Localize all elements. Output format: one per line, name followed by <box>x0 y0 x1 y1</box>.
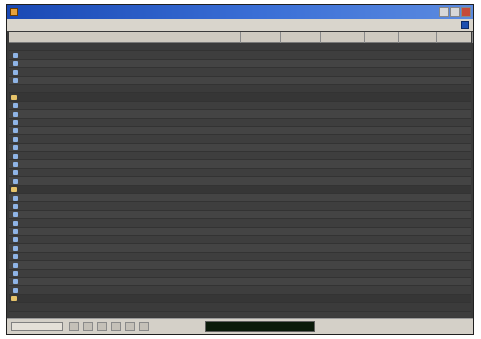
item-icon <box>13 229 18 235</box>
item-icon <box>13 271 18 277</box>
spacer-row <box>9 43 471 52</box>
list-row[interactable] <box>9 168 471 178</box>
list-row[interactable] <box>9 135 471 144</box>
column-header[interactable] <box>437 32 473 43</box>
item-icon <box>13 128 18 134</box>
item-icon <box>13 103 18 109</box>
tool-button[interactable] <box>125 322 135 331</box>
list-row[interactable] <box>9 286 471 295</box>
group-row[interactable] <box>9 93 471 102</box>
list-row[interactable] <box>9 210 471 220</box>
menu-item[interactable] <box>153 21 171 29</box>
tool-button[interactable] <box>97 322 107 331</box>
item-icon <box>13 254 18 260</box>
list-row[interactable] <box>9 235 471 245</box>
column-header[interactable] <box>281 32 321 43</box>
list-row[interactable] <box>9 202 471 211</box>
list-row[interactable] <box>9 143 471 153</box>
minimize-button[interactable] <box>439 7 449 17</box>
item-icon <box>13 195 18 201</box>
item-icon <box>13 145 18 151</box>
group-row[interactable] <box>9 185 471 195</box>
list-row[interactable] <box>9 219 471 228</box>
status-bar <box>7 318 473 334</box>
item-icon <box>13 220 18 226</box>
item-icon <box>13 69 18 75</box>
item-icon <box>13 178 18 184</box>
menu-item[interactable] <box>41 21 59 29</box>
item-icon <box>13 61 18 67</box>
list-row[interactable] <box>9 110 471 119</box>
list-row[interactable] <box>9 252 471 262</box>
window-icon <box>461 21 469 29</box>
item-icon <box>13 153 18 159</box>
list-row[interactable] <box>9 51 471 60</box>
list-row[interactable] <box>9 152 471 161</box>
list-row[interactable] <box>9 68 471 77</box>
list-row[interactable] <box>9 118 471 127</box>
tool-button[interactable] <box>83 322 93 331</box>
item-icon <box>13 203 18 209</box>
maximize-button[interactable] <box>450 7 460 17</box>
group-row[interactable] <box>9 294 471 304</box>
spacer-row <box>9 84 471 94</box>
app-icon <box>10 8 18 16</box>
column-header[interactable] <box>9 32 241 43</box>
column-header[interactable] <box>321 32 365 43</box>
list-row[interactable] <box>9 126 471 136</box>
item-icon <box>13 279 18 285</box>
menu-item[interactable] <box>97 21 115 29</box>
column-header[interactable] <box>365 32 399 43</box>
item-icon <box>13 262 18 268</box>
window-controls <box>439 7 471 17</box>
folder-icon <box>11 94 17 100</box>
menu-bar <box>7 19 473 31</box>
list-header <box>9 32 473 43</box>
column-header[interactable] <box>241 32 281 43</box>
close-button[interactable] <box>461 7 471 17</box>
menu-item[interactable] <box>13 21 31 29</box>
list-row[interactable] <box>9 194 471 203</box>
item-icon <box>13 287 18 293</box>
list-row[interactable] <box>9 244 471 253</box>
list-row[interactable] <box>9 59 471 69</box>
item-icon <box>13 52 18 58</box>
folder-icon <box>11 296 17 302</box>
item-icon <box>13 237 18 243</box>
list-row[interactable] <box>9 269 471 278</box>
spacer-row <box>9 303 471 312</box>
item-icon <box>13 161 18 167</box>
item-icon <box>13 245 18 251</box>
column-header[interactable] <box>399 32 437 43</box>
item-icon <box>13 78 18 84</box>
item-icon <box>13 170 18 176</box>
app-window <box>6 4 474 335</box>
list-row[interactable] <box>9 227 471 236</box>
list-row[interactable] <box>9 261 471 270</box>
status-toolbar <box>69 322 149 331</box>
menu-item[interactable] <box>125 21 143 29</box>
item-icon <box>13 111 18 117</box>
folder-icon <box>11 187 17 193</box>
status-log <box>205 321 315 332</box>
list-row[interactable] <box>9 101 471 111</box>
tool-button[interactable] <box>69 322 79 331</box>
title-bar[interactable] <box>7 5 473 19</box>
list-row[interactable] <box>9 177 471 186</box>
list-row[interactable] <box>9 277 471 287</box>
tool-button[interactable] <box>111 322 121 331</box>
item-icon <box>13 212 18 218</box>
item-icon <box>13 136 18 142</box>
item-icon <box>13 120 18 126</box>
list-row[interactable] <box>9 76 471 85</box>
status-field <box>11 322 63 331</box>
tool-button[interactable] <box>139 322 149 331</box>
list-row[interactable] <box>9 160 471 169</box>
menu-item[interactable] <box>69 21 87 29</box>
item-list[interactable] <box>9 43 471 317</box>
